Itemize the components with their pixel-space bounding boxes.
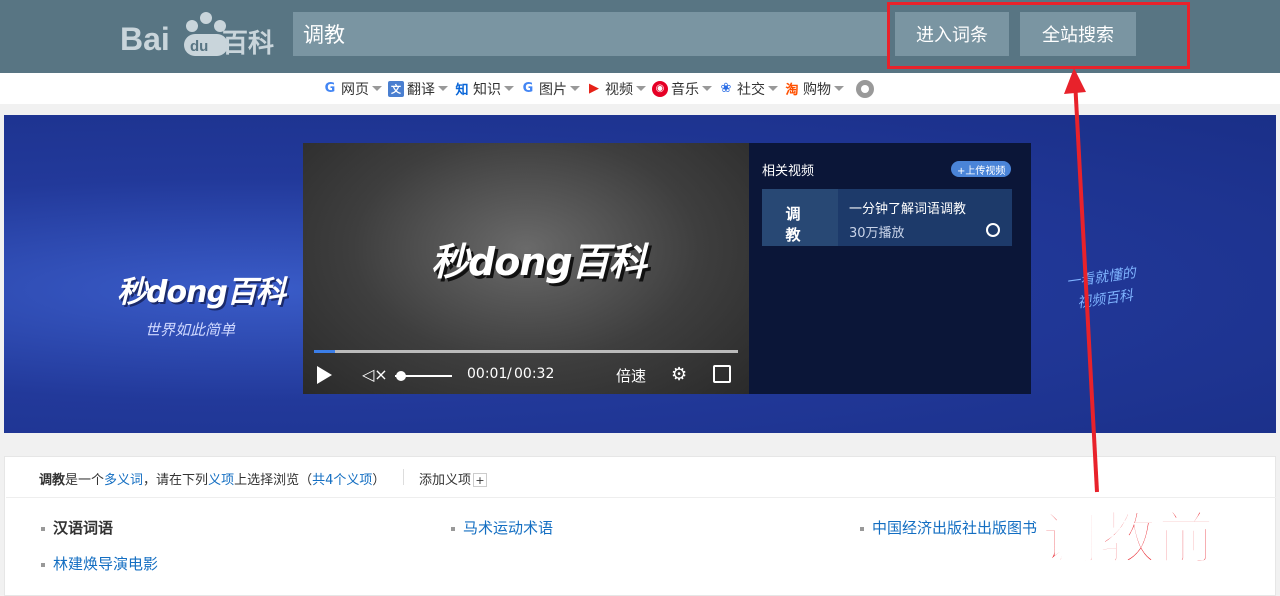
sense-item[interactable]: 中国经济出版社出版图书: [860, 517, 1037, 538]
annotation-highlight-box: [887, 2, 1190, 69]
nav-item-images[interactable]: G 图片: [520, 73, 580, 104]
polysemy-text: 是一个: [65, 473, 105, 488]
google-icon: G: [324, 81, 336, 96]
nav-item-label: 翻译: [407, 81, 435, 98]
baidu-baike-logo[interactable]: Bai du 百科: [118, 6, 278, 62]
sense-label: 马术运动术语: [463, 519, 554, 537]
nav-item-social[interactable]: ❀ 社交: [718, 73, 778, 104]
sense-label: 林建焕导演电影: [53, 555, 159, 573]
nav-item-web[interactable]: G 网页: [322, 73, 382, 104]
nav-item-translate[interactable]: 文 翻译: [388, 73, 448, 104]
nav-item-video[interactable]: ▶ 视频: [586, 73, 646, 104]
chevron-down-icon: [570, 86, 580, 91]
nav-item-label: 知识: [473, 81, 501, 98]
youtube-icon: ▶: [589, 81, 599, 96]
translate-icon: 文: [388, 80, 404, 97]
related-videos-title: 相关视频: [762, 164, 815, 179]
chevron-down-icon: [636, 86, 646, 91]
settings-icon[interactable]: ⚙: [671, 364, 687, 385]
sense-label: 中国经济出版社出版图书: [872, 519, 1038, 537]
related-video-title: 一分钟了解词语调教: [849, 202, 967, 217]
add-sense-label: 添加义项: [419, 473, 472, 488]
add-sense-button[interactable]: 添加义项 +: [419, 469, 488, 488]
volume-slider[interactable]: [395, 371, 452, 381]
sense-item[interactable]: 马术运动术语: [451, 517, 553, 538]
time-separator: /: [507, 366, 512, 382]
netease-music-icon: ◉: [652, 80, 668, 97]
polysemy-text: ）: [372, 473, 386, 488]
gear-icon[interactable]: [856, 79, 874, 98]
nav-item-label: 网页: [341, 81, 369, 98]
sense-count-link[interactable]: 共4个义项: [312, 473, 372, 488]
annotation-label: 调教前: [1041, 506, 1216, 573]
brand-title: 秒dong百科: [117, 275, 286, 310]
polysemy-link[interactable]: 多义词: [104, 473, 143, 488]
chevron-down-icon: [504, 86, 514, 91]
current-time: 00:01: [467, 366, 508, 382]
google-icon: G: [522, 81, 534, 96]
nav-item-label: 音乐: [671, 81, 699, 98]
bullet-icon: [41, 562, 45, 567]
polysemy-keyword: 调教: [39, 473, 66, 488]
brand-subtitle: 世界如此简单: [145, 321, 236, 339]
polysemy-text: 上选择浏览（: [234, 473, 313, 488]
playback-speed-button[interactable]: 倍速: [616, 365, 646, 386]
fullscreen-icon[interactable]: [713, 365, 731, 383]
divider: [403, 469, 404, 485]
sense-item[interactable]: 林建焕导演电影: [41, 553, 158, 574]
nav-item-label: 购物: [803, 81, 831, 98]
player-logo: 秒dong百科: [431, 240, 647, 284]
baidu-paw-icon: ❀: [720, 81, 732, 96]
search-input[interactable]: [293, 12, 887, 56]
bullet-icon: [451, 526, 455, 531]
nav-item-shopping[interactable]: 淘 购物: [784, 73, 844, 104]
video-thumbnail: 调 教: [762, 189, 838, 246]
share-icon[interactable]: [986, 223, 1000, 237]
video-player[interactable]: 秒dong百科 ◁× 00:01 / 00:32 倍速 ⚙: [303, 143, 749, 394]
miaodong-brand: 秒dong百科 世界如此简单: [117, 267, 287, 340]
play-icon[interactable]: [317, 366, 332, 384]
bullet-icon: [41, 526, 45, 531]
polysemy-text: ，请在下列: [143, 473, 209, 488]
bullet-icon: [860, 526, 864, 531]
sense-item-current: 汉语词语: [41, 517, 113, 538]
nav-item-knowledge[interactable]: 知 知识: [454, 73, 514, 104]
chevron-down-icon: [834, 86, 844, 91]
related-video-item[interactable]: 调 教 一分钟了解词语调教 30万播放: [762, 189, 1012, 246]
related-videos-panel: 相关视频 +上传视频 调 教 一分钟了解词语调教 30万播放: [749, 143, 1031, 394]
nav-item-label: 社交: [737, 81, 765, 98]
nav-item-music[interactable]: ◉ 音乐: [652, 73, 712, 104]
nav-item-label: 视频: [605, 81, 633, 98]
svg-text:百科: 百科: [222, 29, 274, 59]
mute-icon[interactable]: ◁×: [362, 365, 388, 384]
sense-label: 汉语词语: [53, 519, 114, 537]
svg-text:du: du: [190, 38, 208, 55]
sense-link[interactable]: 义项: [208, 473, 234, 488]
related-video-plays: 30万播放: [849, 226, 905, 241]
zhihu-icon: 知: [455, 83, 469, 98]
volume-knob[interactable]: [395, 371, 406, 381]
progress-fill: [314, 350, 336, 353]
chevron-down-icon: [702, 86, 712, 91]
progress-bar[interactable]: [314, 350, 738, 353]
upload-video-button[interactable]: +上传视频: [951, 161, 1012, 177]
svg-text:Bai: Bai: [120, 21, 170, 57]
chevron-down-icon: [438, 86, 448, 91]
chevron-down-icon: [768, 86, 778, 91]
nav-item-label: 图片: [539, 81, 567, 98]
annotation-arrow: [1064, 68, 1099, 493]
chevron-down-icon: [372, 86, 382, 91]
polysemy-notice: 调教是一个多义词，请在下列义项上选择浏览（共4个义项）: [39, 469, 385, 488]
plus-icon: +: [473, 473, 488, 487]
taobao-icon: 淘: [785, 83, 799, 98]
total-time: 00:32: [514, 366, 555, 382]
